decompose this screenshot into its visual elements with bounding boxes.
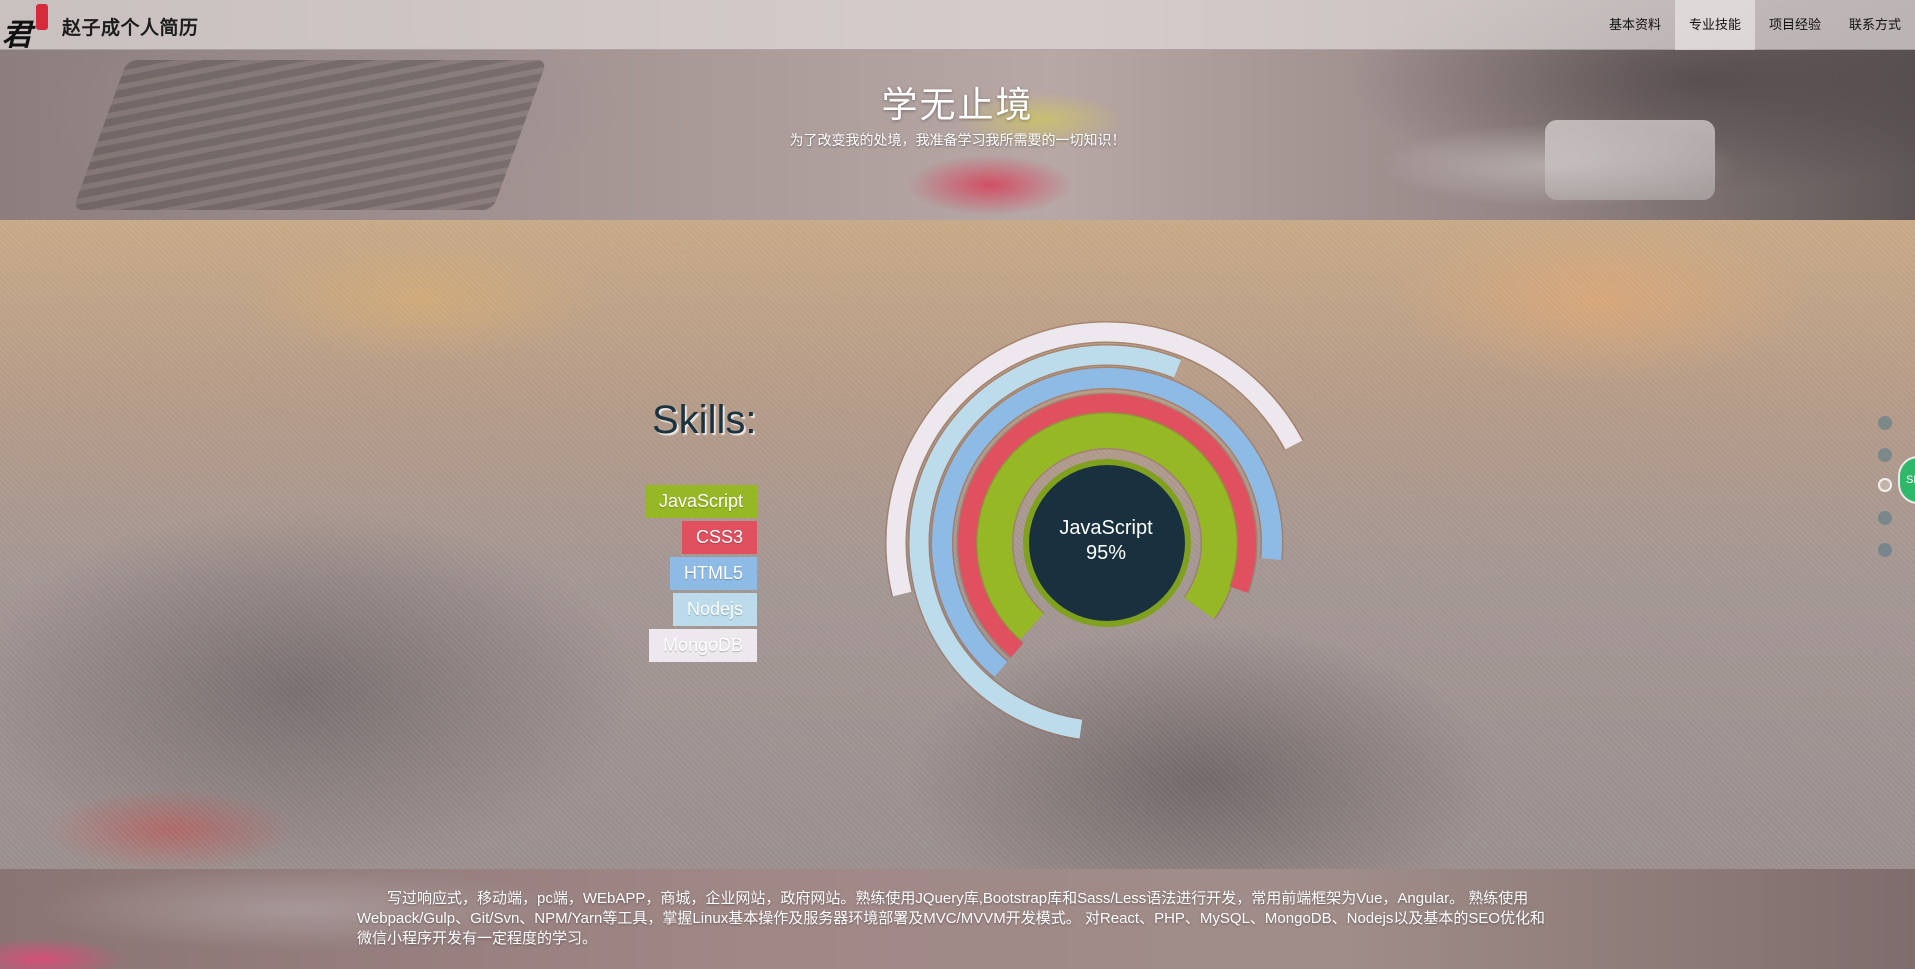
skill-tag-css3[interactable]: CSS3 [681, 521, 757, 554]
skill-tag-mongodb[interactable]: MongoDB [648, 629, 757, 662]
skill-tag-html5[interactable]: HTML5 [669, 557, 757, 590]
nav-item-skills[interactable]: 专业技能 [1675, 0, 1755, 50]
red-seal-icon [36, 4, 48, 30]
side-nav-dot-active[interactable] [1878, 478, 1892, 492]
nav-item-contact[interactable]: 联系方式 [1835, 0, 1915, 50]
skill-tag-nodejs[interactable]: Nodejs [672, 593, 757, 626]
nav-item-basic-info[interactable]: 基本资料 [1595, 0, 1675, 50]
skill-tag-javascript[interactable]: JavaScript [644, 485, 757, 518]
calligraphy-logo-icon[interactable]: 君 [2, 4, 48, 53]
side-nav-dot[interactable] [1878, 511, 1892, 525]
skills-description: 写过响应式，移动端，pc端，WEbAPP，商城，企业网站，政府网站。熟练使用JQ… [357, 890, 1545, 947]
chart-center-value: 95% [1085, 542, 1127, 564]
chart-center-label: JavaScript 95% [1016, 516, 1196, 566]
side-nav-dot[interactable] [1878, 448, 1892, 462]
site-title[interactable]: 赵子成个人简历 [62, 13, 199, 40]
chart-center-skill: JavaScript [1059, 517, 1153, 539]
skills-heading: Skills: [652, 398, 757, 442]
top-navbar: 君 赵子成个人简历 基本资料 专业技能 项目经验 联系方式 [0, 0, 1915, 53]
side-nav-dot[interactable] [1878, 416, 1892, 430]
hero-title: 学无止境 [881, 84, 1034, 125]
nav-menu: 基本资料 专业技能 项目经验 联系方式 [1595, 0, 1915, 50]
hero-subtitle: 为了改变我的处境，我准备学习我所需要的一切知识！ [789, 132, 1126, 148]
side-nav-dot[interactable] [1878, 543, 1892, 557]
nav-item-projects[interactable]: 项目经验 [1755, 0, 1835, 50]
